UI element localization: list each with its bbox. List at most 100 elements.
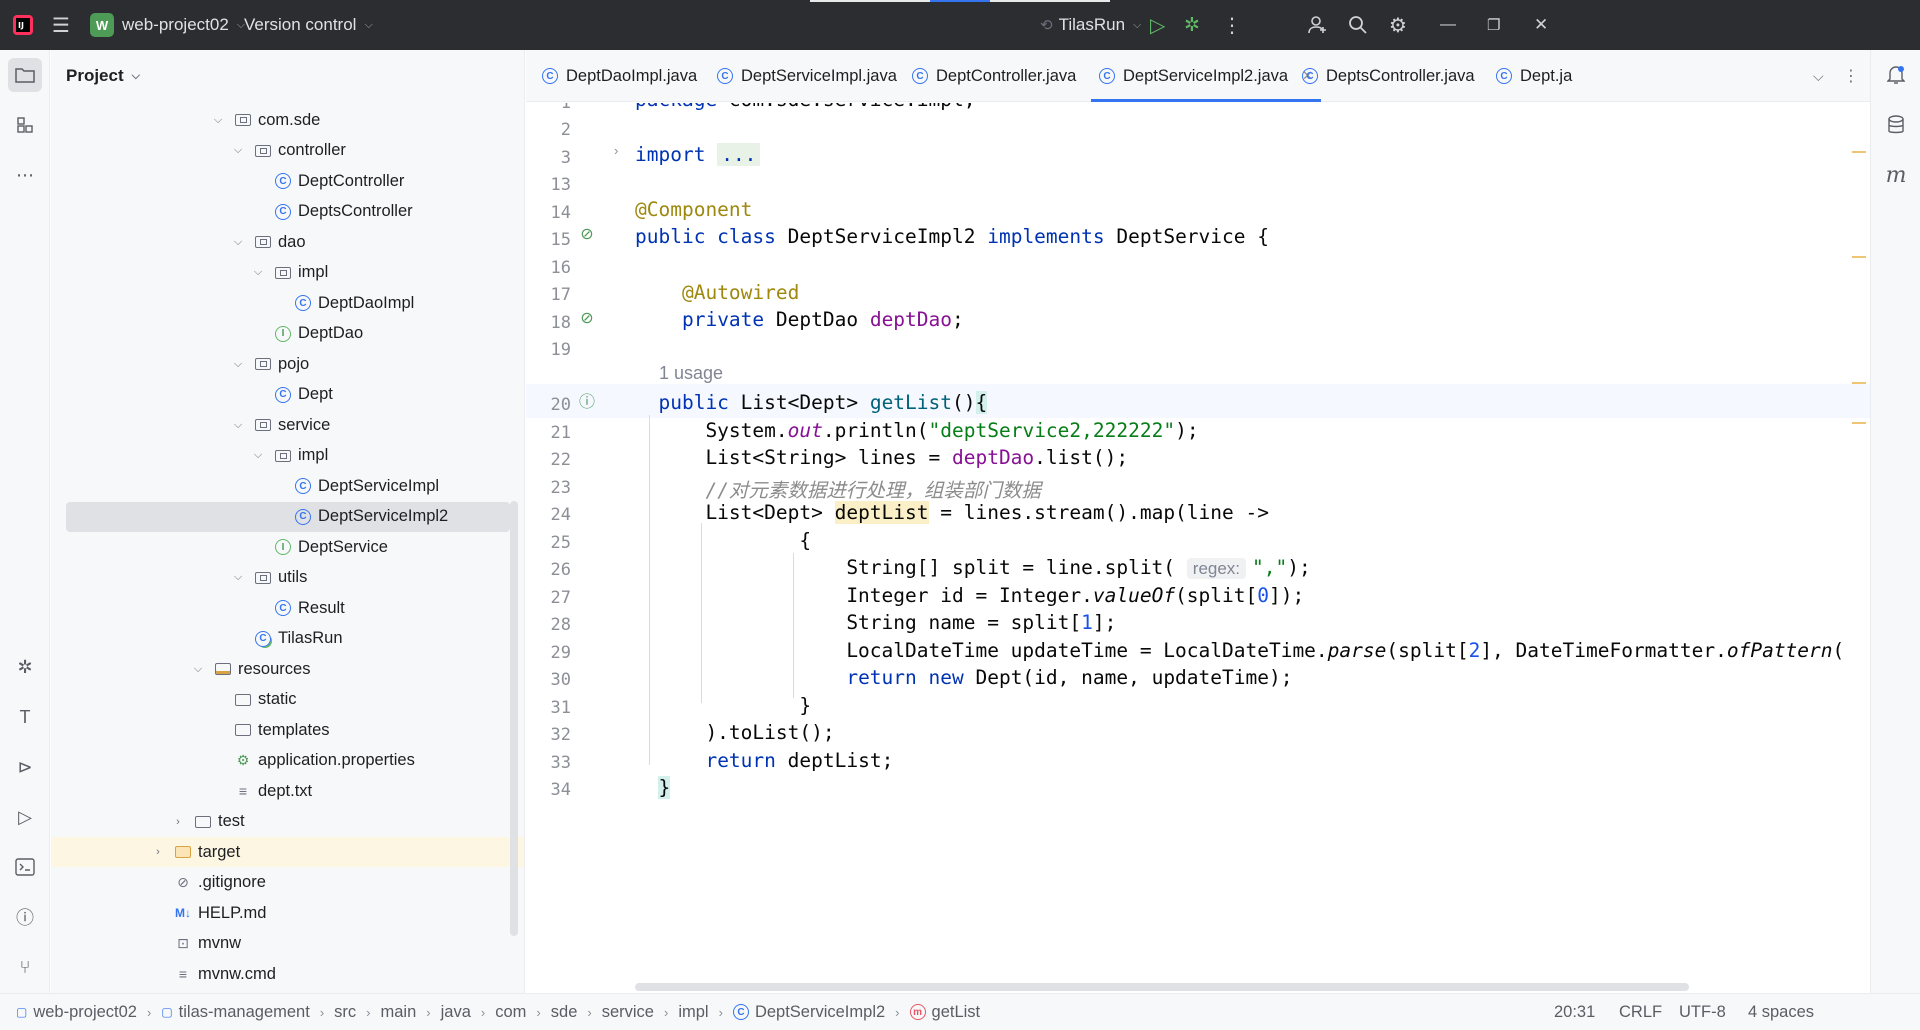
git-branch-icon[interactable]: ⑂ (8, 950, 42, 984)
stripe-mark[interactable] (1852, 256, 1866, 258)
tree-item[interactable]: C Result (51, 593, 524, 623)
tree-item[interactable]: ≡ dept.txt (51, 776, 524, 806)
breadcrumb-item[interactable]: main (381, 1003, 417, 1022)
chevron-right-icon[interactable]: › (151, 846, 165, 858)
breadcrumb-item[interactable]: ▢ web-project02 (16, 1003, 137, 1022)
line-ending[interactable]: CRLF (1619, 994, 1662, 1030)
tree-item[interactable]: I DeptService (51, 532, 524, 562)
tree-item[interactable]: ⊘ .gitignore (51, 868, 524, 898)
tree-item[interactable]: C DeptsController (51, 197, 524, 227)
file-encoding[interactable]: UTF-8 (1679, 994, 1726, 1030)
run-config-selector[interactable]: ⟲ TilasRun ⌵ (1040, 0, 1141, 50)
maven-icon[interactable]: m (1879, 158, 1913, 192)
chevron-right-icon[interactable]: › (171, 816, 185, 828)
chevron-down-icon[interactable]: ⌵ (231, 358, 245, 371)
tree-item[interactable]: ⌵ com.sde (51, 105, 524, 135)
tree-item[interactable]: ⌵ controller (51, 136, 524, 166)
minimize-window-icon[interactable]: — (1440, 0, 1456, 50)
tree-item[interactable]: C DeptServiceImpl2 (66, 501, 510, 532)
horizontal-scrollbar[interactable] (635, 983, 1689, 991)
chevron-down-icon[interactable]: ⌵ (231, 571, 245, 584)
breadcrumb-item[interactable]: ▢ tilas-management (161, 1003, 310, 1022)
tree-item[interactable]: › test (51, 807, 524, 837)
structure-icon[interactable] (8, 108, 42, 142)
breadcrumb-item[interactable]: m getList (909, 1003, 980, 1022)
implements-method-icon[interactable]: ⓘ (576, 389, 598, 411)
ide-logo-icon[interactable]: IJ (12, 0, 34, 50)
tree-item[interactable]: ⌵ utils (51, 563, 524, 593)
tab-deptdaoimpl-java[interactable]: C DeptDaoImpl.java (542, 50, 697, 102)
chevron-down-icon[interactable]: ⌵ (231, 236, 245, 249)
tree-item[interactable]: ⌵ resources (51, 654, 524, 684)
terminal-icon[interactable] (8, 850, 42, 884)
breadcrumb-item[interactable]: service (602, 1003, 654, 1022)
stripe-mark[interactable] (1852, 382, 1866, 384)
tab-dept-ja[interactable]: C Dept.ja (1496, 50, 1572, 102)
tree-item[interactable]: M↓ HELP.md (51, 898, 524, 928)
tree-item[interactable]: C Dept (51, 380, 524, 410)
problems-icon[interactable]: ⓘ (8, 900, 42, 934)
chevron-down-icon[interactable]: ⌵ (211, 114, 225, 127)
tree-item[interactable]: ⌵ impl (51, 258, 524, 288)
tab-more-icon[interactable]: ⋮ (1843, 50, 1859, 102)
tree-item[interactable]: ≡ mvnw.cmd (51, 959, 524, 989)
tab-deptserviceimpl-java[interactable]: C DeptServiceImpl.java (717, 50, 897, 102)
breadcrumb-item[interactable]: java (441, 1003, 471, 1022)
indent-setting[interactable]: 4 spaces (1748, 994, 1814, 1030)
tree-item[interactable]: templates (51, 715, 524, 745)
project-panel-header[interactable]: Project ⌵ (51, 50, 524, 102)
breadcrumb-item[interactable]: src (334, 1003, 356, 1022)
debug-icon[interactable]: ✲ (1184, 0, 1200, 50)
settings-gear-icon[interactable]: ⚙ (1389, 0, 1407, 50)
tree-item[interactable]: ⌵ dao (51, 227, 524, 257)
debug-tool-bug-icon[interactable]: ✲ (8, 650, 42, 684)
tree-item[interactable]: ⌵ pojo (51, 349, 524, 379)
build-hammer-icon[interactable]: T (8, 700, 42, 734)
project-switcher[interactable]: W web-project02 ⌵ (90, 0, 245, 50)
code-editor[interactable]: ⚠2 ⚠2 ⌃ ⌄ 123131415161718192021222324252… (526, 103, 1870, 993)
fold-chevron-right-icon[interactable]: › (614, 143, 618, 158)
add-user-icon[interactable] (1308, 0, 1328, 50)
tree-item[interactable]: I DeptDao (51, 319, 524, 349)
close-window-icon[interactable]: ✕ (1534, 0, 1548, 50)
chevron-down-icon[interactable]: ⌵ (231, 419, 245, 432)
more-tools-icon[interactable]: ⋯ (8, 158, 42, 192)
breadcrumb-item[interactable]: impl (678, 1003, 708, 1022)
chevron-down-icon[interactable]: ⌵ (251, 449, 265, 462)
chevron-down-icon[interactable]: ⌵ (231, 144, 245, 157)
restore-window-icon[interactable]: ❐ (1487, 0, 1500, 50)
more-actions-icon[interactable]: ⋮ (1222, 0, 1242, 50)
spring-bean-icon[interactable]: ⊘ (576, 223, 598, 245)
tree-scrollbar[interactable] (510, 501, 518, 936)
tab-deptserviceimpl2-java[interactable]: C DeptServiceImpl2.java ✕ (1091, 50, 1321, 102)
tree-item[interactable]: › target (51, 837, 524, 867)
tree-item[interactable]: ⊡ mvnw (51, 929, 524, 959)
chevron-down-icon[interactable]: ⌵ (191, 663, 205, 676)
tab-list-chevron-icon[interactable]: ⌵ (1813, 50, 1824, 102)
tree-item[interactable]: ⌵ service (51, 410, 524, 440)
tree-item[interactable]: C DeptController (51, 166, 524, 196)
breadcrumb-item[interactable]: sde (551, 1003, 578, 1022)
notifications-bell-icon[interactable] (1879, 58, 1913, 92)
tab-deptscontroller-java[interactable]: C DeptsController.java (1302, 50, 1475, 102)
tree-item[interactable]: C TilasRun (51, 624, 524, 654)
tree-item[interactable]: static (51, 685, 524, 715)
project-tool-folder-icon[interactable] (8, 58, 42, 92)
autowired-bean-icon[interactable]: ⊘ (576, 307, 598, 329)
run-tool-icon[interactable]: ▷ (8, 800, 42, 834)
caret-position[interactable]: 20:31 (1554, 994, 1595, 1030)
run-icon[interactable]: ▷ (1150, 0, 1165, 50)
usage-inlay-hint[interactable]: 1 usage (659, 363, 723, 384)
breadcrumb-item[interactable]: C DeptServiceImpl2 (732, 1003, 885, 1022)
tree-item[interactable]: C DeptDaoImpl (51, 288, 524, 318)
search-icon[interactable] (1348, 0, 1368, 50)
vcs-menu[interactable]: Version control ⌵ (244, 0, 373, 50)
tree-item[interactable]: C DeptServiceImpl (51, 471, 524, 501)
main-menu-icon[interactable]: ☰ (52, 0, 70, 50)
breadcrumb-item[interactable]: com (495, 1003, 526, 1022)
tree-item[interactable]: ⌵ impl (51, 441, 524, 471)
services-icon[interactable]: ⊳ (8, 750, 42, 784)
chevron-down-icon[interactable]: ⌵ (251, 266, 265, 279)
tree-item[interactable]: ⚙ application.properties (51, 746, 524, 776)
stripe-mark[interactable] (1852, 151, 1866, 153)
